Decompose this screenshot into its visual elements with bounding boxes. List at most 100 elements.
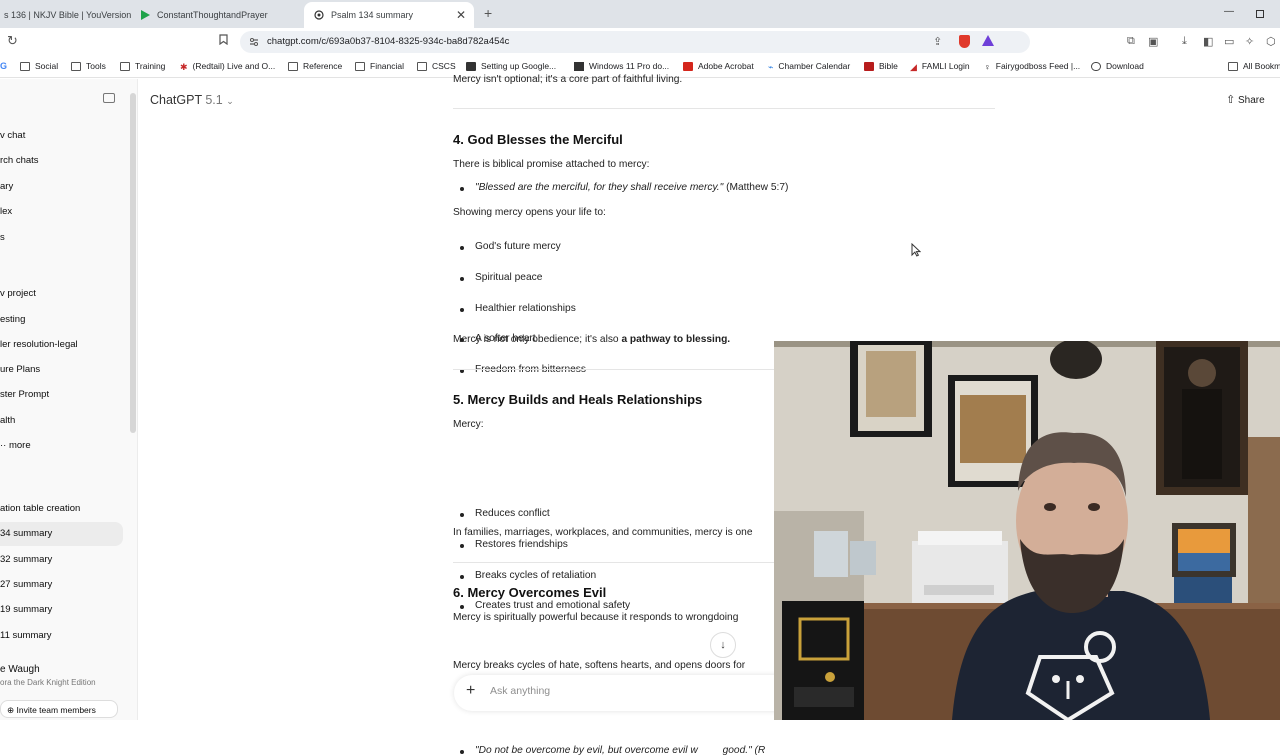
browser-tab-youversion[interactable]: s 136 | NKJV Bible | YouVersion (0, 2, 135, 28)
address-bar[interactable]: chatgpt.com/c/693a0b37-8104-8325-934c-ba… (240, 31, 1030, 53)
tab-title: s 136 | NKJV Bible | YouVersion (4, 10, 132, 20)
calendar-icon: ⌁ (768, 61, 774, 72)
bookmark-cscs[interactable]: CSCS (417, 61, 456, 71)
folder-icon (71, 61, 81, 71)
invite-team-button[interactable]: ⊕ Invite team members (0, 700, 118, 718)
chat-sidebar: v chat rch chats ary lex s v project est… (0, 79, 138, 720)
play-icon (141, 10, 150, 20)
bookmark-download[interactable]: Download (1091, 61, 1144, 71)
bookmark-google-setup[interactable]: Setting up Google... (466, 61, 556, 71)
section-heading: 4. God Blesses the Merciful (453, 132, 623, 147)
bookmark-windows11[interactable]: Windows 11 Pro do... (574, 61, 669, 71)
sidebar-chat[interactable]: ation table creation (0, 503, 80, 514)
bookmark-fairygodboss[interactable]: ♀ Fairygodboss Feed |... (984, 61, 1080, 72)
sidebar-project[interactable]: ler resolution-legal (0, 339, 78, 350)
sidebar-chat[interactable]: 11 summary (0, 630, 52, 641)
chatgpt-logo-icon (314, 10, 324, 20)
bookmark-adobe-acrobat[interactable]: Adobe Acrobat (683, 61, 754, 71)
browser-toolbar: ↻ chatgpt.com/c/693a0b37-8104-8325-934c-… (0, 28, 1280, 56)
brave-rewards-icon[interactable] (982, 35, 994, 46)
sidebar-chat[interactable]: 27 summary (0, 579, 52, 590)
bookmark-financial[interactable]: Financial (355, 61, 404, 71)
reload-icon[interactable]: ↻ (7, 33, 18, 49)
folder-icon (417, 61, 427, 71)
browser-tab-psalm134[interactable]: Psalm 134 summary ✕ (304, 2, 474, 28)
leo-ai-icon[interactable]: ✧ (1245, 35, 1254, 48)
mouse-cursor-icon (911, 243, 921, 257)
bookmark-all-bookmarks[interactable]: All Bookm (1228, 61, 1280, 71)
folder-icon (120, 61, 130, 71)
close-sidebar-icon[interactable] (103, 93, 115, 103)
sidebar-item-new-project[interactable]: v project (0, 288, 36, 299)
add-user-icon: ⊕ (7, 705, 15, 715)
sidebar-chat[interactable]: 32 summary (0, 554, 52, 565)
sidebar-item-search-chats[interactable]: rch chats (0, 155, 39, 166)
brave-shield-icon[interactable] (959, 35, 970, 48)
webcam-overlay (774, 341, 1280, 720)
bookmark-icon[interactable] (219, 34, 228, 48)
sidebar-toggle-icon[interactable]: ◧ (1203, 35, 1213, 48)
bookmark-reference[interactable]: Reference (288, 61, 342, 71)
redtail-icon: ✱ (180, 61, 188, 72)
cut-off-paragraph: Mercy isn't optional; it's a core part o… (453, 74, 683, 85)
bookmark-training[interactable]: Training (120, 61, 165, 71)
minimize-icon[interactable]: — (1224, 6, 1234, 17)
sidebar-item-more[interactable]: ·· more (0, 440, 31, 451)
webcam-video-frame (774, 341, 1280, 720)
sidebar-item-library[interactable]: ary (0, 181, 13, 192)
sidebar-project[interactable]: ster Prompt (0, 389, 49, 400)
add-attachment-icon[interactable]: + (466, 682, 475, 700)
vpn-icon[interactable]: ⬡ (1266, 35, 1276, 48)
famli-icon: ◢ (910, 61, 917, 72)
google-icon (466, 61, 476, 71)
share-button[interactable]: ⇧ Share (1226, 93, 1265, 106)
media-icon[interactable]: ▣ (1148, 35, 1158, 48)
model-selector[interactable]: ChatGPT 5.1 ⌄ (150, 93, 234, 107)
close-icon[interactable]: ✕ (456, 8, 466, 22)
wallet-icon[interactable]: ▭ (1224, 35, 1234, 48)
sidebar-item-gpts[interactable]: s (0, 232, 5, 243)
sidebar-item-codex[interactable]: lex (0, 206, 12, 217)
windows-icon (574, 61, 584, 71)
maximize-icon[interactable] (1256, 10, 1264, 18)
new-tab-button[interactable]: + (484, 5, 492, 21)
bookmark-tools[interactable]: Tools (71, 61, 106, 71)
quote-text: "Do not be overcome by evil, but overcom… (475, 745, 698, 756)
user-plan: ora the Dark Knight Edition (0, 678, 96, 687)
share-icon: ⇧ (1226, 94, 1236, 106)
extensions-icon[interactable]: ⧉ (1127, 35, 1135, 48)
bookmark-google[interactable]: G (0, 61, 7, 71)
fairy-icon: ♀ (984, 61, 991, 72)
bookmark-redtail[interactable]: ✱ (Redtail) Live and O... (180, 61, 275, 72)
scroll-to-bottom-button[interactable]: ↓ (710, 632, 736, 658)
sidebar-project[interactable]: esting (0, 314, 25, 325)
list-item: God's future mercy (453, 241, 1013, 252)
chevron-down-icon: ⌄ (226, 96, 234, 106)
sidebar-item-new-chat[interactable]: v chat (0, 130, 25, 141)
quote-reference: (Matthew 5:7) (726, 182, 789, 193)
share-page-icon[interactable]: ⇪ (933, 35, 942, 48)
user-name[interactable]: e Waugh (0, 664, 40, 675)
url-text: chatgpt.com/c/693a0b37-8104-8325-934c-ba… (267, 36, 510, 47)
paragraph: There is biblical promise attached to me… (453, 159, 650, 170)
sidebar-scrollbar[interactable] (130, 93, 136, 433)
site-settings-icon[interactable] (249, 37, 259, 47)
sidebar-chat-active[interactable]: 34 summary (0, 528, 52, 539)
bookmark-famli[interactable]: ◢ FAMLI Login (910, 61, 970, 72)
sidebar-project[interactable]: ure Plans (0, 364, 40, 375)
sidebar-project[interactable]: alth (0, 415, 15, 426)
bookmark-social[interactable]: Social (20, 61, 58, 71)
bookmark-bible[interactable]: Bible (864, 61, 898, 71)
folder-icon (1228, 61, 1238, 71)
download-icon[interactable]: ⤓ (1182, 35, 1187, 48)
model-name: ChatGPT (150, 93, 202, 107)
list-item: Spiritual peace (453, 272, 1013, 283)
browser-tab-constantthought[interactable]: ConstantThoughtandPrayer (136, 2, 301, 28)
section-divider (453, 108, 995, 109)
tab-title: ConstantThoughtandPrayer (157, 10, 268, 20)
sidebar-chat[interactable]: 19 summary (0, 604, 52, 615)
quote-text-end: good." (R (722, 745, 766, 756)
bookmark-chamber-calendar[interactable]: ⌁ Chamber Calendar (768, 61, 850, 72)
more-icon: ·· (0, 440, 7, 451)
quote-text: "Blessed are the merciful, for they shal… (475, 182, 724, 193)
